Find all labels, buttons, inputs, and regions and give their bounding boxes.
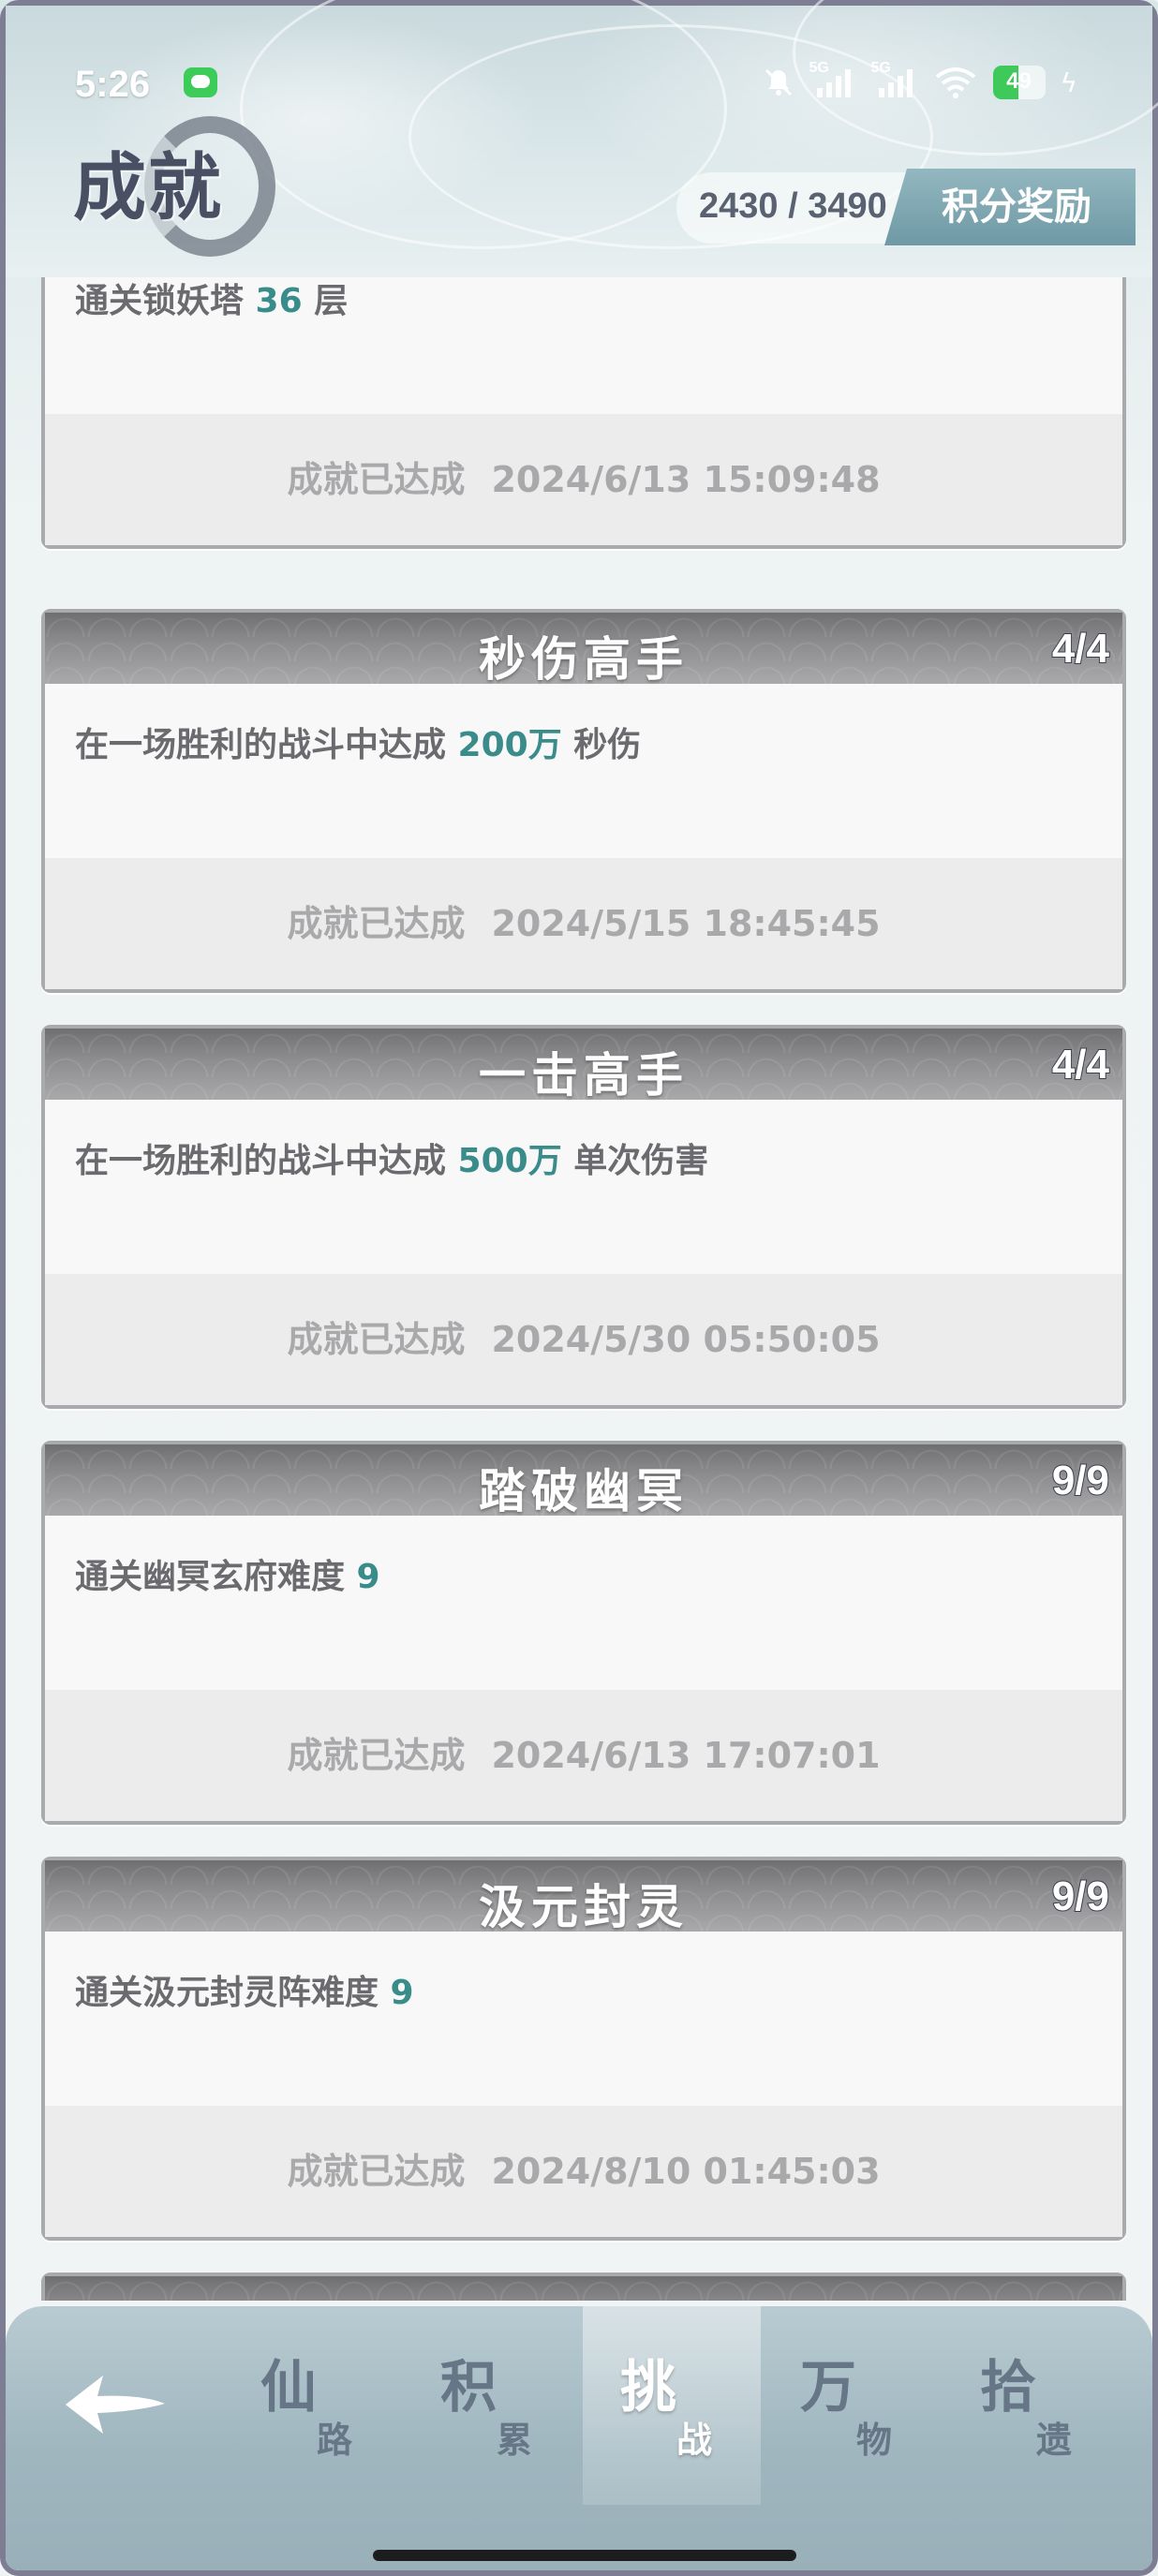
achievement-card: 汲元封灵 9/9 通关汲元封灵阵难度 9 成就已达成 2024/8/10 01:4… bbox=[41, 1857, 1126, 2241]
home-indicator[interactable] bbox=[373, 2550, 796, 2561]
desc-value: 9 bbox=[390, 1974, 414, 2012]
card-header: 一击高手 4/4 bbox=[45, 1029, 1122, 1103]
bell-muted-icon bbox=[763, 67, 794, 98]
nav-tab-label: 万 bbox=[800, 2355, 856, 2421]
card-header: 汲元封灵 9/9 bbox=[45, 1860, 1122, 1934]
card-title: 踏破幽冥 bbox=[479, 1464, 689, 1518]
nav-tab-wanwu[interactable]: 万 物 bbox=[763, 2306, 941, 2505]
card-header: 秒伤高手 4/4 bbox=[45, 613, 1122, 687]
points-reward-button[interactable]: 积分奖励 bbox=[884, 169, 1136, 245]
wifi-icon bbox=[933, 66, 978, 99]
card-progress: 4/4 bbox=[1051, 1041, 1110, 1088]
charging-icon: ϟ bbox=[1060, 67, 1077, 98]
card-title: 秒伤高手 bbox=[479, 632, 689, 687]
achievement-card: 通关锁妖塔 36 层 成就已达成 2024/6/13 15:09:48 bbox=[41, 277, 1126, 549]
card-progress: 9/9 bbox=[1051, 1457, 1110, 1504]
signal-icon: 5G bbox=[809, 60, 856, 101]
achieved-timestamp: 2024/6/13 15:09:48 bbox=[491, 459, 881, 500]
nav-tab-sublabel: 遗 bbox=[1036, 2419, 1073, 2461]
card-progress: 4/4 bbox=[1051, 625, 1110, 673]
card-footer: 成就已达成 2024/6/13 17:07:01 bbox=[45, 1690, 1122, 1821]
nav-tab-sublabel: 战 bbox=[676, 2419, 713, 2461]
card-progress: 9/9 bbox=[1051, 1873, 1110, 1920]
bottom-nav: 仙 路 积 累 挑 战 万 物 拾 遗 bbox=[6, 2306, 1152, 2570]
desc-text: 通关锁妖塔 bbox=[75, 282, 256, 320]
card-description: 通关锁妖塔 36 层 bbox=[45, 277, 1122, 414]
card-title: 汲元封灵 bbox=[479, 1880, 689, 1934]
network-label: 5G bbox=[809, 60, 829, 76]
card-description: 通关幽冥玄府难度 9 bbox=[45, 1516, 1122, 1690]
status-label: 成就已达成 bbox=[287, 1319, 466, 1360]
desc-value: 200万 bbox=[457, 726, 562, 764]
status-label: 成就已达成 bbox=[287, 903, 466, 944]
desc-text: 通关幽冥玄府难度 bbox=[75, 1558, 357, 1596]
card-header: 踏破幽冥 9/9 bbox=[45, 1444, 1122, 1518]
nav-tab-shiyi[interactable]: 拾 遗 bbox=[943, 2306, 1121, 2505]
nav-tab-label: 拾 bbox=[980, 2355, 1036, 2421]
battery-percent: 49 bbox=[1006, 68, 1032, 94]
page-title: 成就 bbox=[73, 145, 224, 230]
desc-text: 单次伤害 bbox=[561, 1142, 709, 1180]
nav-tab-sublabel: 物 bbox=[856, 2419, 893, 2461]
achieved-timestamp: 2024/8/10 01:45:03 bbox=[491, 2151, 881, 2192]
desc-value: 36 bbox=[255, 282, 303, 320]
nav-tab-label: 积 bbox=[440, 2355, 497, 2421]
status-label: 成就已达成 bbox=[287, 2151, 466, 2192]
card-footer: 成就已达成 2024/5/30 05:50:05 bbox=[45, 1274, 1122, 1405]
desc-text: 通关汲元封灵阵难度 bbox=[75, 1974, 391, 2012]
score-value: 2430 / 3490 bbox=[699, 186, 887, 226]
desc-value: 9 bbox=[356, 1558, 380, 1596]
battery-icon: 49 bbox=[992, 66, 1046, 99]
nav-tab-label: 仙 bbox=[260, 2355, 317, 2421]
card-title: 一击高手 bbox=[479, 1048, 689, 1103]
desc-value: 500万 bbox=[457, 1142, 562, 1180]
desc-text: 层 bbox=[302, 282, 349, 320]
achievement-card: 踏破幽冥 9/9 通关幽冥玄府难度 9 成就已达成 2024/6/13 17:07… bbox=[41, 1441, 1126, 1825]
status-label: 成就已达成 bbox=[287, 459, 466, 500]
desc-text: 秒伤 bbox=[561, 726, 642, 764]
achievement-list[interactable]: 通关锁妖塔 36 层 成就已达成 2024/6/13 15:09:48 秒伤高手 … bbox=[41, 277, 1126, 2301]
achieved-timestamp: 2024/6/13 17:07:01 bbox=[491, 1735, 881, 1776]
nav-tab-jilei[interactable]: 积 累 bbox=[403, 2306, 581, 2505]
nav-tab-sublabel: 累 bbox=[497, 2419, 533, 2461]
status-time: 5:26 bbox=[75, 64, 151, 105]
achievement-card: 秒伤高手 4/4 在一场胜利的战斗中达成 200万 秒伤 成就已达成 2024/5… bbox=[41, 609, 1126, 993]
status-label: 成就已达成 bbox=[287, 1735, 466, 1776]
desc-text: 在一场胜利的战斗中达成 bbox=[75, 1142, 458, 1180]
signal-icon: 5G bbox=[871, 60, 918, 101]
achievement-card-partial bbox=[41, 2273, 1126, 2301]
card-footer: 成就已达成 2024/6/13 15:09:48 bbox=[45, 414, 1122, 545]
card-header bbox=[45, 2276, 1122, 2301]
nav-tab-sublabel: 路 bbox=[317, 2419, 353, 2461]
header: 5:26 5G 5G 49 ϟ 成就 2430 / 3490 积分奖励 bbox=[6, 0, 1158, 277]
achieved-timestamp: 2024/5/15 18:45:45 bbox=[491, 903, 881, 944]
desc-text: 在一场胜利的战斗中达成 bbox=[75, 726, 458, 764]
network-label: 5G bbox=[870, 60, 891, 76]
status-icons: 5G 5G 49 ϟ bbox=[763, 60, 1077, 101]
card-description: 在一场胜利的战斗中达成 200万 秒伤 bbox=[45, 684, 1122, 858]
achievement-card: 一击高手 4/4 在一场胜利的战斗中达成 500万 单次伤害 成就已达成 2024… bbox=[41, 1025, 1126, 1409]
card-description: 通关汲元封灵阵难度 9 bbox=[45, 1932, 1122, 2106]
card-footer: 成就已达成 2024/5/15 18:45:45 bbox=[45, 858, 1122, 989]
nav-tab-label: 挑 bbox=[620, 2355, 676, 2421]
back-arrow-icon[interactable] bbox=[58, 2362, 171, 2447]
nav-tab-xianlu[interactable]: 仙 路 bbox=[223, 2306, 401, 2505]
message-icon bbox=[184, 67, 217, 97]
achieved-timestamp: 2024/5/30 05:50:05 bbox=[491, 1319, 881, 1360]
nav-tab-tiaozhan[interactable]: 挑 战 bbox=[583, 2306, 761, 2505]
card-description: 在一场胜利的战斗中达成 500万 单次伤害 bbox=[45, 1100, 1122, 1274]
card-footer: 成就已达成 2024/8/10 01:45:03 bbox=[45, 2106, 1122, 2237]
